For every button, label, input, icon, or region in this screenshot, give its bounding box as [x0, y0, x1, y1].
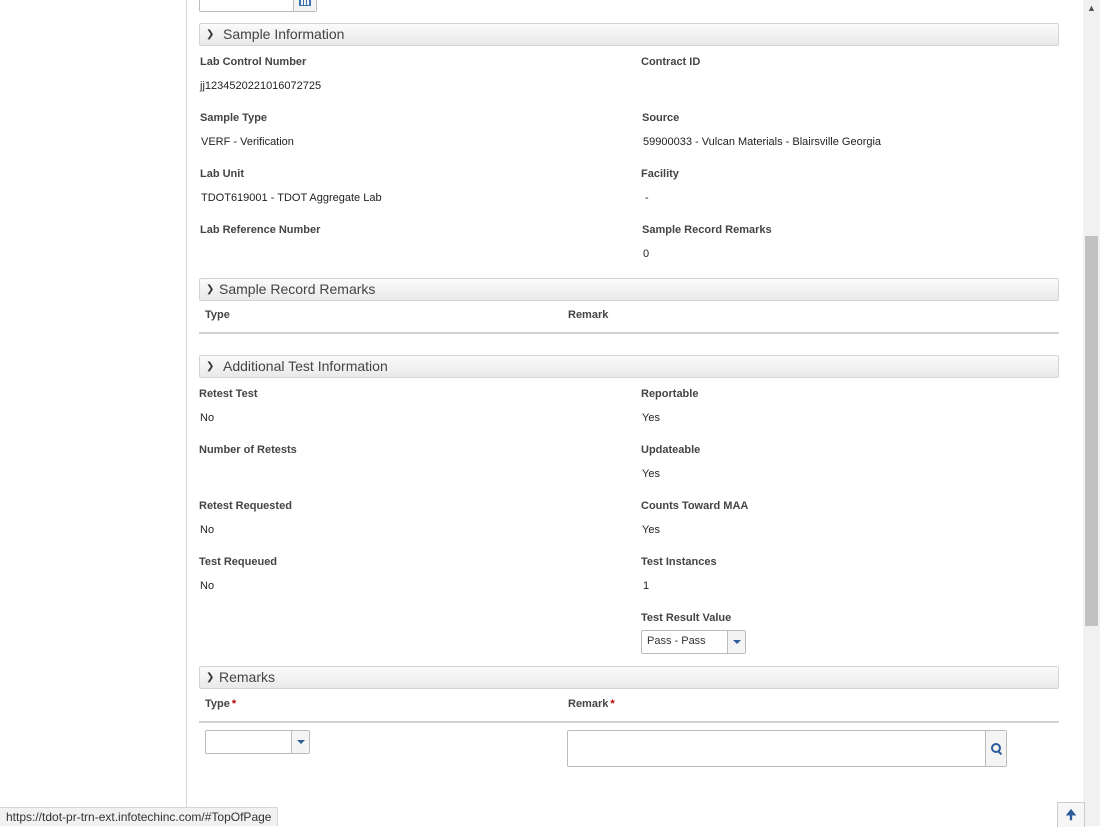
- facility-value: -: [645, 192, 649, 204]
- test-result-value-dropdown[interactable]: Pass - Pass: [641, 630, 746, 654]
- test-requeued-label: Test Requeued: [199, 556, 278, 568]
- updateable-value: Yes: [642, 468, 660, 480]
- dropdown-button[interactable]: [727, 631, 745, 653]
- calendar-button[interactable]: [293, 0, 316, 11]
- remark-lookup-button[interactable]: [985, 731, 1006, 766]
- remarks-grid-divider: [199, 721, 1059, 723]
- chevron-down-icon: ❯: [206, 361, 215, 372]
- dropdown-button[interactable]: [291, 731, 309, 753]
- sample-type-value: VERF - Verification: [201, 136, 294, 148]
- retest-test-label: Retest Test: [199, 388, 258, 400]
- test-result-value-label: Test Result Value: [641, 612, 732, 624]
- reportable-value: Yes: [642, 412, 660, 424]
- remarks-remark-header: Remark *: [568, 698, 615, 710]
- test-detail-content: ❯ Sample Information Lab Control Number …: [187, 0, 1083, 826]
- date-input[interactable]: [199, 0, 317, 12]
- section-title: Sample Record Remarks: [219, 281, 376, 297]
- left-navigation-pane: [0, 0, 187, 826]
- test-instances-value: 1: [643, 580, 650, 592]
- caret-down-icon: [733, 640, 741, 644]
- test-instances-label: Test Instances: [641, 556, 717, 568]
- sample-type-label: Sample Type: [200, 112, 268, 124]
- reportable-label: Reportable: [641, 388, 699, 400]
- sample-record-remarks-label: Sample Record Remarks: [642, 224, 772, 236]
- lab-control-number-label: Lab Control Number: [200, 56, 307, 68]
- remarks-type-header: Type *: [205, 698, 236, 710]
- source-value: 59900033 - Vulcan Materials - Blairsvill…: [643, 136, 882, 148]
- vertical-scrollbar[interactable]: ▲: [1083, 0, 1100, 826]
- retest-test-value: No: [200, 412, 215, 424]
- arrow-up-icon: 🠉: [1065, 807, 1077, 822]
- chevron-down-icon: ❯: [206, 29, 215, 40]
- required-marker: *: [231, 698, 237, 710]
- zoom-icon: [991, 743, 1001, 753]
- remark-type-dropdown[interactable]: [205, 730, 310, 754]
- section-title: Additional Test Information: [223, 358, 388, 374]
- scroll-up-arrow-icon[interactable]: ▲: [1083, 0, 1100, 17]
- chevron-down-icon: ❯: [206, 284, 215, 295]
- required-marker: *: [610, 698, 615, 710]
- section-title: Remarks: [219, 669, 276, 685]
- remarks-remark-header-text: Remark: [568, 698, 609, 710]
- number-of-retests-label: Number of Retests: [199, 444, 297, 456]
- lab-unit-label: Lab Unit: [200, 168, 244, 180]
- remarks-type-header-text: Type: [205, 698, 230, 710]
- section-header-remarks[interactable]: ❯ Remarks: [199, 666, 1059, 689]
- test-result-value-selected: Pass - Pass: [647, 635, 706, 647]
- lab-control-number-value: jj1234520221016072725: [200, 80, 322, 92]
- section-header-sample-record-remarks[interactable]: ❯ Sample Record Remarks: [199, 278, 1059, 301]
- contract-id-label: Contract ID: [641, 56, 701, 68]
- scrollbar-thumb[interactable]: [1085, 236, 1098, 626]
- status-url: https://tdot-pr-trn-ext.infotechinc.com/…: [6, 810, 272, 824]
- caret-down-icon: [297, 740, 305, 744]
- browser-status-bar: https://tdot-pr-trn-ext.infotechinc.com/…: [0, 807, 279, 826]
- section-title: Sample Information: [223, 26, 345, 42]
- back-to-top-button[interactable]: 🠉: [1057, 802, 1085, 827]
- record-remarks-grid-divider: [199, 332, 1059, 334]
- section-header-sample-information[interactable]: ❯ Sample Information: [199, 23, 1059, 46]
- source-label: Source: [642, 112, 680, 124]
- counts-toward-maa-value: Yes: [642, 524, 660, 536]
- counts-toward-maa-label: Counts Toward MAA: [641, 500, 749, 512]
- lab-unit-value: TDOT619001 - TDOT Aggregate Lab: [201, 192, 382, 204]
- retest-requested-label: Retest Requested: [199, 500, 292, 512]
- chevron-down-icon: ❯: [206, 672, 215, 683]
- record-remarks-type-header: Type: [205, 309, 230, 321]
- updateable-label: Updateable: [641, 444, 701, 456]
- facility-label: Facility: [641, 168, 679, 180]
- test-requeued-value: No: [200, 580, 215, 592]
- remark-text-input[interactable]: [567, 730, 1007, 767]
- record-remarks-remark-header: Remark: [568, 309, 609, 321]
- lab-reference-number-label: Lab Reference Number: [200, 224, 321, 236]
- section-header-additional-test-information[interactable]: ❯ Additional Test Information: [199, 355, 1059, 378]
- sample-record-remarks-value: 0: [643, 248, 650, 260]
- calendar-icon: [299, 0, 311, 6]
- retest-requested-value: No: [200, 524, 215, 536]
